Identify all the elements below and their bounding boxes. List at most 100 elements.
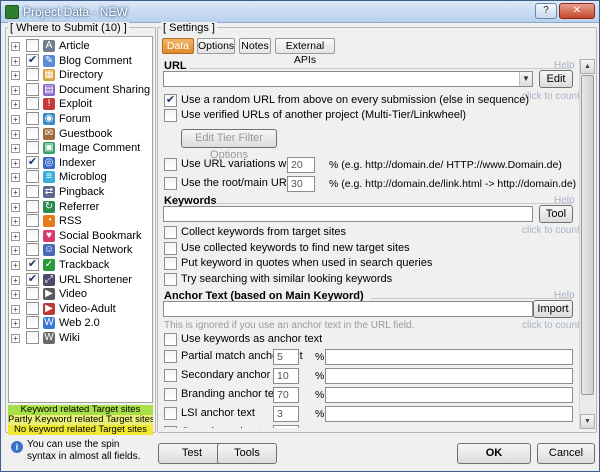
platform-item[interactable]: +! Exploit bbox=[9, 97, 152, 111]
anchor-percent-value[interactable]: 3 bbox=[273, 406, 299, 422]
url-combobox[interactable] bbox=[163, 71, 533, 87]
expand-icon[interactable]: + bbox=[11, 334, 20, 343]
anchor-type-checkbox[interactable] bbox=[164, 426, 177, 428]
platform-item[interactable]: + ≡ Microblog bbox=[9, 170, 152, 184]
expand-icon[interactable]: + bbox=[11, 290, 20, 300]
tab-external-apis[interactable]: External APIs bbox=[275, 38, 335, 66]
expand-icon[interactable]: + bbox=[11, 261, 20, 270]
root-url-value[interactable]: 30 bbox=[287, 176, 315, 192]
platform-item[interactable]: + ✔ ◎ Indexer bbox=[9, 155, 152, 170]
platform-item[interactable]: + ▤ Document Sharing bbox=[9, 82, 152, 97]
scroll-up-icon[interactable]: ▲ bbox=[580, 59, 595, 74]
close-button[interactable]: ✕ bbox=[559, 3, 595, 19]
platform-checkbox[interactable] bbox=[26, 97, 39, 111]
anchor-text-field[interactable] bbox=[325, 368, 573, 384]
expand-icon[interactable]: + bbox=[11, 158, 20, 168]
tab-notes[interactable]: Notes bbox=[239, 38, 271, 54]
url-variations-checkbox[interactable] bbox=[164, 158, 177, 171]
expand-icon[interactable]: + bbox=[11, 202, 20, 212]
help-button[interactable]: ? bbox=[535, 3, 557, 19]
expand-icon[interactable]: + bbox=[11, 144, 20, 154]
platform-checkbox[interactable] bbox=[26, 39, 39, 52]
platform-checkbox[interactable]: ✔ bbox=[26, 53, 39, 67]
expand-icon[interactable]: + bbox=[11, 129, 20, 139]
chevron-down-icon[interactable]: ▼ bbox=[519, 72, 532, 86]
platform-item[interactable]: + ♥ Social Bookmark bbox=[9, 228, 152, 243]
keyword-quotes-checkbox[interactable] bbox=[164, 257, 177, 270]
root-url-checkbox[interactable] bbox=[164, 177, 177, 190]
platform-item[interactable]: + ✔ ⤢ URL Shortener bbox=[9, 272, 152, 287]
verified-url-checkbox[interactable] bbox=[164, 109, 177, 122]
use-collected-keywords-checkbox[interactable] bbox=[164, 242, 177, 255]
expand-icon[interactable]: + bbox=[11, 173, 20, 183]
url-variations-value[interactable]: 20 bbox=[287, 157, 315, 173]
anchor-type-checkbox[interactable] bbox=[164, 369, 177, 382]
expand-icon[interactable]: + bbox=[11, 188, 20, 197]
scroll-thumb[interactable] bbox=[581, 75, 594, 395]
anchor-percent-value[interactable]: 5 bbox=[273, 349, 299, 365]
platform-checkbox[interactable] bbox=[26, 199, 39, 213]
expand-icon[interactable]: + bbox=[11, 231, 20, 241]
collect-keywords-checkbox[interactable] bbox=[164, 226, 177, 239]
cancel-button[interactable]: Cancel bbox=[537, 443, 595, 464]
platform-checkbox[interactable] bbox=[26, 185, 39, 198]
anchor-text-field[interactable] bbox=[325, 387, 573, 403]
test-button[interactable]: Test bbox=[158, 443, 226, 464]
platform-item[interactable]: + ▦ Directory bbox=[9, 68, 152, 82]
platform-checkbox[interactable] bbox=[26, 316, 39, 330]
anchor-import-button[interactable]: Import bbox=[533, 300, 573, 318]
expand-icon[interactable]: + bbox=[11, 42, 20, 51]
expand-icon[interactable]: + bbox=[11, 71, 20, 81]
tab-data[interactable]: Data bbox=[162, 38, 194, 54]
ok-button[interactable]: OK bbox=[457, 443, 531, 464]
platform-item[interactable]: + ▶ Video-Adult bbox=[9, 301, 152, 316]
anchor-percent-value[interactable]: 5 bbox=[273, 425, 299, 428]
platform-item[interactable]: + ▣ Image Comment bbox=[9, 141, 152, 155]
tab-options[interactable]: Options bbox=[197, 38, 235, 54]
platform-tree[interactable]: + A Article + ✔ ✎ Blog Comment + ▦ Directory + ▤ Doc… bbox=[8, 36, 153, 403]
expand-icon[interactable]: + bbox=[11, 85, 20, 95]
platform-checkbox[interactable] bbox=[26, 331, 39, 344]
expand-icon[interactable]: + bbox=[11, 319, 20, 329]
anchor-type-checkbox[interactable] bbox=[164, 350, 177, 363]
keywords-input[interactable] bbox=[163, 206, 533, 222]
platform-item[interactable]: + ✉ Guestbook bbox=[9, 126, 152, 141]
tools-button[interactable]: Tools bbox=[217, 443, 277, 464]
expand-icon[interactable]: + bbox=[11, 115, 20, 124]
anchor-text-field[interactable] bbox=[325, 349, 573, 365]
platform-item[interactable]: + ▶ Video bbox=[9, 287, 152, 301]
platform-item[interactable]: + ☺ Social Network bbox=[9, 243, 152, 257]
platform-item[interactable]: + W Wiki bbox=[9, 331, 152, 345]
expand-icon[interactable]: + bbox=[11, 56, 20, 66]
keywords-tool-button[interactable]: Tool bbox=[539, 205, 573, 223]
settings-scrollbar[interactable]: ▲ ▼ bbox=[579, 59, 595, 429]
platform-item[interactable]: + ⇄ Pingback bbox=[9, 185, 152, 199]
expand-icon[interactable]: + bbox=[11, 304, 20, 314]
platform-checkbox[interactable]: ✔ bbox=[26, 155, 39, 169]
platform-checkbox[interactable] bbox=[26, 141, 39, 155]
platform-checkbox[interactable] bbox=[26, 126, 39, 140]
platform-checkbox[interactable] bbox=[26, 112, 39, 125]
anchor-click-to-count[interactable]: click to count bbox=[522, 320, 579, 331]
anchor-percent-value[interactable]: 10 bbox=[273, 368, 299, 384]
expand-icon[interactable]: + bbox=[11, 100, 20, 110]
url-edit-button[interactable]: Edit bbox=[539, 70, 573, 88]
random-url-checkbox[interactable]: ✔ bbox=[164, 94, 177, 107]
platform-item[interactable]: + ◉ Forum bbox=[9, 112, 152, 126]
anchor-type-checkbox[interactable] bbox=[164, 388, 177, 401]
anchor-percent-value[interactable]: 70 bbox=[273, 387, 299, 403]
platform-checkbox[interactable] bbox=[26, 243, 39, 257]
url-click-to-count[interactable]: click to count bbox=[522, 91, 579, 102]
platform-checkbox[interactable]: ✔ bbox=[26, 258, 39, 271]
platform-checkbox[interactable] bbox=[26, 228, 39, 242]
generic-anchor-edit-link[interactable]: Edit bbox=[327, 427, 345, 428]
platform-item[interactable]: + A Article bbox=[9, 39, 152, 53]
platform-item[interactable]: + W Web 2.0 bbox=[9, 316, 152, 330]
platform-checkbox[interactable] bbox=[26, 82, 39, 96]
anchor-text-field[interactable] bbox=[325, 406, 573, 422]
expand-icon[interactable]: + bbox=[11, 246, 20, 256]
scroll-down-icon[interactable]: ▼ bbox=[580, 414, 595, 429]
edit-tier-filter-button[interactable]: Edit Tier Filter Options bbox=[181, 129, 277, 161]
keywords-click-to-count[interactable]: click to count bbox=[522, 225, 579, 236]
platform-item[interactable]: + ↻ Referrer bbox=[9, 199, 152, 214]
